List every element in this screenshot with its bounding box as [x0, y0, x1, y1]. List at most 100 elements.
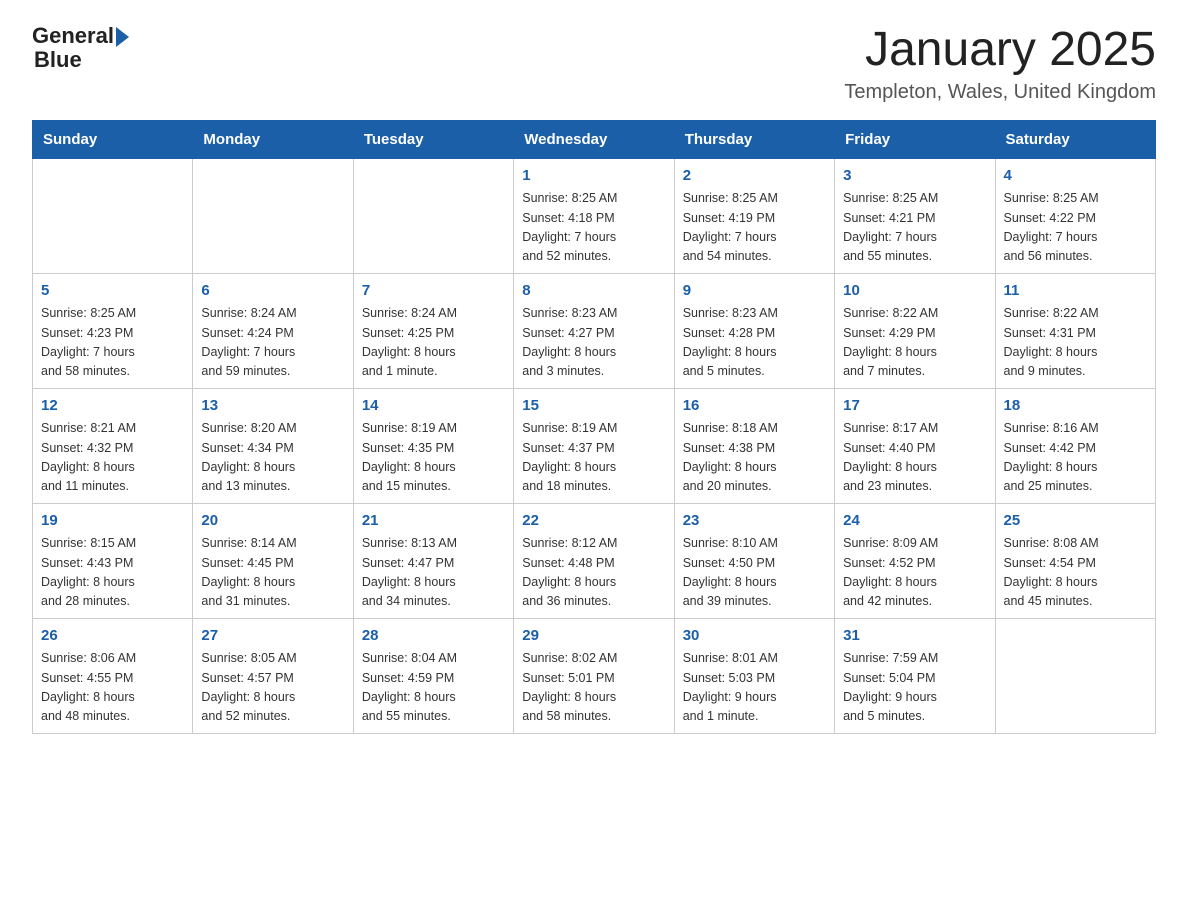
- day-info: Sunrise: 8:22 AMSunset: 4:31 PMDaylight:…: [1004, 304, 1147, 382]
- day-info: Sunrise: 8:25 AMSunset: 4:19 PMDaylight:…: [683, 189, 826, 267]
- day-info: Sunrise: 8:24 AMSunset: 4:25 PMDaylight:…: [362, 304, 505, 382]
- day-info: Sunrise: 8:10 AMSunset: 4:50 PMDaylight:…: [683, 534, 826, 612]
- calendar-week-row: 12Sunrise: 8:21 AMSunset: 4:32 PMDayligh…: [33, 388, 1156, 503]
- logo-arrow-icon: [116, 27, 129, 47]
- day-of-week-header: Friday: [835, 120, 995, 158]
- calendar-cell: 9Sunrise: 8:23 AMSunset: 4:28 PMDaylight…: [674, 273, 834, 388]
- calendar-cell: 30Sunrise: 8:01 AMSunset: 5:03 PMDayligh…: [674, 618, 834, 733]
- calendar-cell: 4Sunrise: 8:25 AMSunset: 4:22 PMDaylight…: [995, 158, 1155, 273]
- day-number: 24: [843, 510, 986, 533]
- day-info: Sunrise: 8:25 AMSunset: 4:23 PMDaylight:…: [41, 304, 184, 382]
- calendar-cell: [193, 158, 353, 273]
- day-number: 7: [362, 280, 505, 303]
- calendar-cell: 3Sunrise: 8:25 AMSunset: 4:21 PMDaylight…: [835, 158, 995, 273]
- day-info: Sunrise: 8:19 AMSunset: 4:35 PMDaylight:…: [362, 419, 505, 497]
- calendar-cell: 27Sunrise: 8:05 AMSunset: 4:57 PMDayligh…: [193, 618, 353, 733]
- calendar-cell: 18Sunrise: 8:16 AMSunset: 4:42 PMDayligh…: [995, 388, 1155, 503]
- day-info: Sunrise: 8:25 AMSunset: 4:18 PMDaylight:…: [522, 189, 665, 267]
- calendar-cell: 21Sunrise: 8:13 AMSunset: 4:47 PMDayligh…: [353, 503, 513, 618]
- day-info: Sunrise: 8:15 AMSunset: 4:43 PMDaylight:…: [41, 534, 184, 612]
- location: Templeton, Wales, United Kingdom: [844, 81, 1156, 104]
- day-number: 8: [522, 280, 665, 303]
- calendar-cell: 31Sunrise: 7:59 AMSunset: 5:04 PMDayligh…: [835, 618, 995, 733]
- day-number: 5: [41, 280, 184, 303]
- day-number: 11: [1004, 280, 1147, 303]
- calendar-cell: 29Sunrise: 8:02 AMSunset: 5:01 PMDayligh…: [514, 618, 674, 733]
- day-of-week-header: Monday: [193, 120, 353, 158]
- day-number: 16: [683, 395, 826, 418]
- calendar-cell: 25Sunrise: 8:08 AMSunset: 4:54 PMDayligh…: [995, 503, 1155, 618]
- calendar-cell: 7Sunrise: 8:24 AMSunset: 4:25 PMDaylight…: [353, 273, 513, 388]
- day-info: Sunrise: 7:59 AMSunset: 5:04 PMDaylight:…: [843, 649, 986, 727]
- calendar-cell: 15Sunrise: 8:19 AMSunset: 4:37 PMDayligh…: [514, 388, 674, 503]
- calendar-cell: 14Sunrise: 8:19 AMSunset: 4:35 PMDayligh…: [353, 388, 513, 503]
- calendar-cell: 28Sunrise: 8:04 AMSunset: 4:59 PMDayligh…: [353, 618, 513, 733]
- calendar-cell: 19Sunrise: 8:15 AMSunset: 4:43 PMDayligh…: [33, 503, 193, 618]
- day-info: Sunrise: 8:06 AMSunset: 4:55 PMDaylight:…: [41, 649, 184, 727]
- day-number: 30: [683, 625, 826, 648]
- calendar-cell: 20Sunrise: 8:14 AMSunset: 4:45 PMDayligh…: [193, 503, 353, 618]
- calendar-cell: 16Sunrise: 8:18 AMSunset: 4:38 PMDayligh…: [674, 388, 834, 503]
- day-info: Sunrise: 8:08 AMSunset: 4:54 PMDaylight:…: [1004, 534, 1147, 612]
- day-number: 29: [522, 625, 665, 648]
- calendar-week-row: 19Sunrise: 8:15 AMSunset: 4:43 PMDayligh…: [33, 503, 1156, 618]
- day-number: 28: [362, 625, 505, 648]
- day-number: 18: [1004, 395, 1147, 418]
- calendar-cell: 5Sunrise: 8:25 AMSunset: 4:23 PMDaylight…: [33, 273, 193, 388]
- calendar-cell: 8Sunrise: 8:23 AMSunset: 4:27 PMDaylight…: [514, 273, 674, 388]
- logo-general: General: [32, 24, 114, 48]
- calendar-cell: 13Sunrise: 8:20 AMSunset: 4:34 PMDayligh…: [193, 388, 353, 503]
- day-number: 4: [1004, 165, 1147, 188]
- day-info: Sunrise: 8:01 AMSunset: 5:03 PMDaylight:…: [683, 649, 826, 727]
- calendar-cell: 11Sunrise: 8:22 AMSunset: 4:31 PMDayligh…: [995, 273, 1155, 388]
- calendar-cell: 26Sunrise: 8:06 AMSunset: 4:55 PMDayligh…: [33, 618, 193, 733]
- calendar-cell: 10Sunrise: 8:22 AMSunset: 4:29 PMDayligh…: [835, 273, 995, 388]
- day-info: Sunrise: 8:25 AMSunset: 4:22 PMDaylight:…: [1004, 189, 1147, 267]
- day-number: 14: [362, 395, 505, 418]
- day-info: Sunrise: 8:13 AMSunset: 4:47 PMDaylight:…: [362, 534, 505, 612]
- day-of-week-header: Tuesday: [353, 120, 513, 158]
- day-info: Sunrise: 8:16 AMSunset: 4:42 PMDaylight:…: [1004, 419, 1147, 497]
- day-info: Sunrise: 8:18 AMSunset: 4:38 PMDaylight:…: [683, 419, 826, 497]
- day-info: Sunrise: 8:19 AMSunset: 4:37 PMDaylight:…: [522, 419, 665, 497]
- month-title: January 2025: [844, 24, 1156, 77]
- day-number: 15: [522, 395, 665, 418]
- day-info: Sunrise: 8:02 AMSunset: 5:01 PMDaylight:…: [522, 649, 665, 727]
- day-of-week-header: Sunday: [33, 120, 193, 158]
- calendar-cell: 6Sunrise: 8:24 AMSunset: 4:24 PMDaylight…: [193, 273, 353, 388]
- day-number: 20: [201, 510, 344, 533]
- day-info: Sunrise: 8:05 AMSunset: 4:57 PMDaylight:…: [201, 649, 344, 727]
- day-number: 27: [201, 625, 344, 648]
- calendar-cell: 2Sunrise: 8:25 AMSunset: 4:19 PMDaylight…: [674, 158, 834, 273]
- logo: General Blue: [32, 24, 129, 72]
- day-number: 17: [843, 395, 986, 418]
- calendar-cell: [33, 158, 193, 273]
- calendar-cell: 22Sunrise: 8:12 AMSunset: 4:48 PMDayligh…: [514, 503, 674, 618]
- day-number: 3: [843, 165, 986, 188]
- page-header: General Blue January 2025 Templeton, Wal…: [32, 24, 1156, 104]
- calendar-cell: [995, 618, 1155, 733]
- day-number: 13: [201, 395, 344, 418]
- logo-blue: Blue: [34, 48, 129, 72]
- calendar-cell: 24Sunrise: 8:09 AMSunset: 4:52 PMDayligh…: [835, 503, 995, 618]
- day-info: Sunrise: 8:09 AMSunset: 4:52 PMDaylight:…: [843, 534, 986, 612]
- day-info: Sunrise: 8:23 AMSunset: 4:27 PMDaylight:…: [522, 304, 665, 382]
- calendar-cell: [353, 158, 513, 273]
- day-info: Sunrise: 8:12 AMSunset: 4:48 PMDaylight:…: [522, 534, 665, 612]
- calendar-header-row: SundayMondayTuesdayWednesdayThursdayFrid…: [33, 120, 1156, 158]
- day-number: 1: [522, 165, 665, 188]
- day-info: Sunrise: 8:20 AMSunset: 4:34 PMDaylight:…: [201, 419, 344, 497]
- calendar-cell: 23Sunrise: 8:10 AMSunset: 4:50 PMDayligh…: [674, 503, 834, 618]
- day-number: 31: [843, 625, 986, 648]
- calendar-table: SundayMondayTuesdayWednesdayThursdayFrid…: [32, 120, 1156, 734]
- day-of-week-header: Saturday: [995, 120, 1155, 158]
- day-info: Sunrise: 8:21 AMSunset: 4:32 PMDaylight:…: [41, 419, 184, 497]
- day-info: Sunrise: 8:04 AMSunset: 4:59 PMDaylight:…: [362, 649, 505, 727]
- day-number: 21: [362, 510, 505, 533]
- day-number: 19: [41, 510, 184, 533]
- day-info: Sunrise: 8:25 AMSunset: 4:21 PMDaylight:…: [843, 189, 986, 267]
- calendar-cell: 17Sunrise: 8:17 AMSunset: 4:40 PMDayligh…: [835, 388, 995, 503]
- day-of-week-header: Thursday: [674, 120, 834, 158]
- day-number: 22: [522, 510, 665, 533]
- day-number: 2: [683, 165, 826, 188]
